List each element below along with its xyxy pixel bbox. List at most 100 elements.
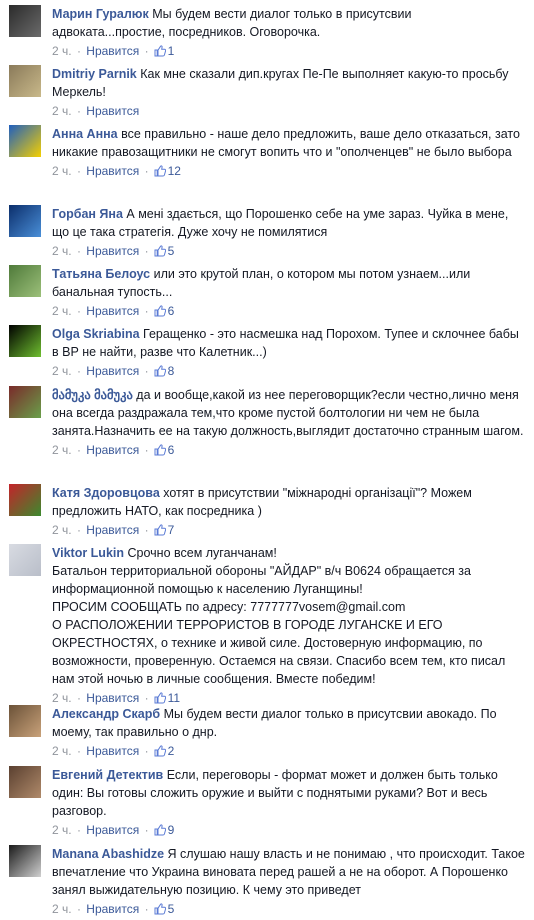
comment-timestamp[interactable]: 2 ч. — [52, 443, 72, 457]
avatar[interactable] — [9, 705, 41, 737]
comment-body: Анна Анна все правильно - наше дело пред… — [52, 125, 526, 180]
separator-dot: · — [144, 44, 149, 58]
comment-meta: 2 ч. · Нравится · 9 — [52, 821, 526, 839]
comment-timestamp[interactable]: 2 ч. — [52, 902, 72, 916]
separator-dot: · — [76, 304, 81, 318]
comment-body: მამუკა მამუკა да и вообще,какой из нее п… — [52, 386, 526, 459]
thumbs-up-icon[interactable] — [154, 744, 166, 757]
avatar[interactable] — [9, 325, 41, 357]
comment-content: მამუკა მამუკა да и вообще,какой из нее п… — [52, 386, 526, 440]
comment-content: Татьяна Белоус или это крутой план, о ко… — [52, 265, 526, 301]
like-count[interactable]: 6 — [168, 443, 175, 457]
avatar[interactable] — [9, 205, 41, 237]
comment-timestamp[interactable]: 2 ч. — [52, 244, 72, 258]
avatar[interactable] — [9, 766, 41, 798]
comment-timestamp[interactable]: 2 ч. — [52, 364, 72, 378]
separator-dot: · — [144, 523, 149, 537]
comment-author-link[interactable]: Viktor Lukin — [52, 546, 124, 560]
like-button[interactable]: Нравится — [86, 44, 139, 58]
comment-timestamp[interactable]: 2 ч. — [52, 104, 72, 118]
thumbs-up-icon[interactable] — [154, 304, 166, 317]
like-count[interactable]: 1 — [168, 44, 175, 58]
comment-timestamp[interactable]: 2 ч. — [52, 164, 72, 178]
comment-meta: 2 ч. · Нравится · 5 — [52, 900, 526, 918]
like-count[interactable]: 8 — [168, 364, 175, 378]
separator-dot: · — [144, 443, 149, 457]
comment-author-link[interactable]: მამუკა მამუკა — [52, 388, 133, 402]
comment-author-link[interactable]: Татьяна Белоус — [52, 267, 150, 281]
comment-meta: 2 ч. · Нравится · 5 — [52, 242, 526, 260]
comments-feed: Марин Гуралюк Мы будем вести диалог толь… — [0, 0, 534, 919]
like-count[interactable]: 9 — [168, 823, 175, 837]
avatar[interactable] — [9, 845, 41, 877]
like-count[interactable]: 12 — [168, 164, 181, 178]
comment-content: Горбан Яна А мені здається, що Порошенко… — [52, 205, 526, 241]
comment-text: все правильно - наше дело предложить, ва… — [52, 127, 524, 159]
comment-body: Евгений Детектив Если, переговоры - форм… — [52, 766, 526, 839]
comment-content: Olga Skriabina Геращенко - это насмешка … — [52, 325, 526, 361]
like-count[interactable]: 5 — [168, 902, 175, 916]
thumbs-up-icon[interactable] — [154, 902, 166, 915]
thumbs-up-icon[interactable] — [154, 443, 166, 456]
comment-author-link[interactable]: Евгений Детектив — [52, 768, 163, 782]
comment-body: Dmitriy Parnik Как мне сказали дип.круга… — [52, 65, 526, 120]
comment-timestamp[interactable]: 2 ч. — [52, 523, 72, 537]
comment-author-link[interactable]: Manana Abashidze — [52, 847, 164, 861]
separator-dot: · — [76, 164, 81, 178]
avatar[interactable] — [9, 544, 41, 576]
like-button[interactable]: Нравится — [86, 244, 139, 258]
separator-dot: · — [144, 691, 149, 705]
comment-body: Александр Скарб Мы будем вести диалог то… — [52, 705, 526, 760]
separator-dot: · — [144, 902, 149, 916]
comment-timestamp[interactable]: 2 ч. — [52, 823, 72, 837]
like-button[interactable]: Нравится — [86, 902, 139, 916]
comment-timestamp[interactable]: 2 ч. — [52, 44, 72, 58]
thumbs-up-icon[interactable] — [154, 523, 166, 536]
like-button[interactable]: Нравится — [86, 744, 139, 758]
comment-timestamp[interactable]: 2 ч. — [52, 304, 72, 318]
comment-text: Срочно всем луганчанам! Батальон террито… — [52, 546, 506, 686]
like-button[interactable]: Нравится — [86, 164, 139, 178]
comment-author-link[interactable]: Dmitriy Parnik — [52, 67, 137, 81]
comment-body: Viktor Lukin Срочно всем луганчанам! Бат… — [52, 544, 526, 707]
comment-timestamp[interactable]: 2 ч. — [52, 744, 72, 758]
avatar[interactable] — [9, 265, 41, 297]
like-count[interactable]: 5 — [168, 244, 175, 258]
comment-author-link[interactable]: Катя Здоровцова — [52, 486, 160, 500]
thumbs-up-icon[interactable] — [154, 244, 166, 257]
comment-content: Анна Анна все правильно - наше дело пред… — [52, 125, 526, 161]
avatar[interactable] — [9, 5, 41, 37]
comment-author-link[interactable]: Olga Skriabina — [52, 327, 140, 341]
thumbs-up-icon[interactable] — [154, 44, 166, 57]
thumbs-up-icon[interactable] — [154, 691, 166, 704]
comment-author-link[interactable]: Горбан Яна — [52, 207, 123, 221]
like-button[interactable]: Нравится — [86, 104, 139, 118]
thumbs-up-icon[interactable] — [154, 364, 166, 377]
thumbs-up-icon[interactable] — [154, 823, 166, 836]
comment-body: Горбан Яна А мені здається, що Порошенко… — [52, 205, 526, 260]
comment-body: Марин Гуралюк Мы будем вести диалог толь… — [52, 5, 526, 60]
comment-author-link[interactable]: Марин Гуралюк — [52, 7, 149, 21]
like-count[interactable]: 11 — [168, 691, 180, 705]
like-button[interactable]: Нравится — [86, 443, 139, 457]
comment-author-link[interactable]: Александр Скарб — [52, 707, 160, 721]
like-button[interactable]: Нравится — [86, 304, 139, 318]
like-count[interactable]: 6 — [168, 304, 175, 318]
avatar[interactable] — [9, 386, 41, 418]
like-button[interactable]: Нравится — [86, 523, 139, 537]
avatar[interactable] — [9, 484, 41, 516]
like-count[interactable]: 2 — [168, 744, 175, 758]
like-button[interactable]: Нравится — [86, 823, 139, 837]
comment-timestamp[interactable]: 2 ч. — [52, 691, 72, 705]
comment-author-link[interactable]: Анна Анна — [52, 127, 118, 141]
avatar[interactable] — [9, 65, 41, 97]
separator-dot: · — [76, 523, 81, 537]
like-button[interactable]: Нравится — [86, 364, 139, 378]
separator-dot: · — [144, 244, 149, 258]
like-button[interactable]: Нравится — [86, 691, 139, 705]
like-count[interactable]: 7 — [168, 523, 175, 537]
thumbs-up-icon[interactable] — [154, 164, 166, 177]
separator-dot: · — [76, 364, 81, 378]
avatar[interactable] — [9, 125, 41, 157]
comment-meta: 2 ч. · Нравится · 6 — [52, 441, 526, 459]
